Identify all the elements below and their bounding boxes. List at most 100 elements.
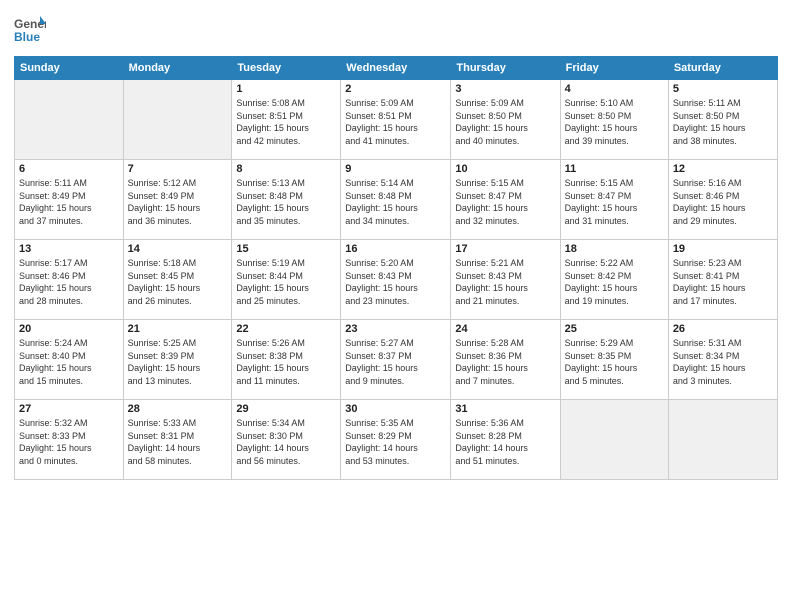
day-info: Sunrise: 5:16 AMSunset: 8:46 PMDaylight:… — [673, 177, 773, 227]
header: General Blue — [14, 10, 778, 50]
calendar-cell: 20 Sunrise: 5:24 AMSunset: 8:40 PMDayligh… — [15, 320, 124, 400]
day-number: 16 — [345, 243, 446, 255]
calendar-cell: 5 Sunrise: 5:11 AMSunset: 8:50 PMDaylight… — [668, 80, 777, 160]
day-number: 27 — [19, 403, 119, 415]
day-info: Sunrise: 5:08 AMSunset: 8:51 PMDaylight:… — [236, 97, 336, 147]
day-info: Sunrise: 5:24 AMSunset: 8:40 PMDaylight:… — [19, 337, 119, 387]
calendar-cell: 24 Sunrise: 5:28 AMSunset: 8:36 PMDayligh… — [451, 320, 560, 400]
calendar-cell: 1 Sunrise: 5:08 AMSunset: 8:51 PMDaylight… — [232, 80, 341, 160]
calendar-cell: 6Sunrise: 5:11 AMSunset: 8:49 PMDaylight… — [15, 160, 124, 240]
logo: General Blue — [14, 14, 46, 50]
day-number: 25 — [565, 323, 664, 335]
calendar-cell: 27 Sunrise: 5:32 AMSunset: 8:33 PMDayligh… — [15, 400, 124, 480]
day-info: Sunrise: 5:27 AMSunset: 8:37 PMDaylight:… — [345, 337, 446, 387]
day-info: Sunrise: 5:18 AMSunset: 8:45 PMDaylight:… — [128, 257, 228, 307]
day-number: 20 — [19, 323, 119, 335]
weekday-header-row: SundayMondayTuesdayWednesdayThursdayFrid… — [15, 57, 778, 80]
day-info: Sunrise: 5:26 AMSunset: 8:38 PMDaylight:… — [236, 337, 336, 387]
calendar-cell: 26Sunrise: 5:31 AMSunset: 8:34 PMDayligh… — [668, 320, 777, 400]
day-number: 7 — [128, 163, 228, 175]
day-info: Sunrise: 5:35 AMSunset: 8:29 PMDaylight:… — [345, 417, 446, 467]
day-info: Sunrise: 5:15 AMSunset: 8:47 PMDaylight:… — [565, 177, 664, 227]
weekday-header-thursday: Thursday — [451, 57, 560, 80]
day-info: Sunrise: 5:21 AMSunset: 8:43 PMDaylight:… — [455, 257, 555, 307]
day-info: Sunrise: 5:11 AMSunset: 8:49 PMDaylight:… — [19, 177, 119, 227]
day-info: Sunrise: 5:23 AMSunset: 8:41 PMDaylight:… — [673, 257, 773, 307]
day-number: 17 — [455, 243, 555, 255]
day-info: Sunrise: 5:13 AMSunset: 8:48 PMDaylight:… — [236, 177, 336, 227]
calendar-cell — [668, 400, 777, 480]
day-number: 21 — [128, 323, 228, 335]
weekday-header-monday: Monday — [123, 57, 232, 80]
weekday-header-tuesday: Tuesday — [232, 57, 341, 80]
calendar-week-2: 6Sunrise: 5:11 AMSunset: 8:49 PMDaylight… — [15, 160, 778, 240]
calendar-cell: 7 Sunrise: 5:12 AMSunset: 8:49 PMDaylight… — [123, 160, 232, 240]
day-number: 2 — [345, 83, 446, 95]
day-number: 22 — [236, 323, 336, 335]
calendar-cell — [123, 80, 232, 160]
calendar-week-1: 1 Sunrise: 5:08 AMSunset: 8:51 PMDaylight… — [15, 80, 778, 160]
day-number: 14 — [128, 243, 228, 255]
day-info: Sunrise: 5:19 AMSunset: 8:44 PMDaylight:… — [236, 257, 336, 307]
day-number: 23 — [345, 323, 446, 335]
day-number: 13 — [19, 243, 119, 255]
calendar-cell: 13Sunrise: 5:17 AMSunset: 8:46 PMDayligh… — [15, 240, 124, 320]
day-info: Sunrise: 5:14 AMSunset: 8:48 PMDaylight:… — [345, 177, 446, 227]
calendar-cell: 31 Sunrise: 5:36 AMSunset: 8:28 PMDayligh… — [451, 400, 560, 480]
calendar-cell: 14 Sunrise: 5:18 AMSunset: 8:45 PMDayligh… — [123, 240, 232, 320]
weekday-header-sunday: Sunday — [15, 57, 124, 80]
day-number: 15 — [236, 243, 336, 255]
day-info: Sunrise: 5:31 AMSunset: 8:34 PMDaylight:… — [673, 337, 773, 387]
calendar-cell: 11Sunrise: 5:15 AMSunset: 8:47 PMDayligh… — [560, 160, 668, 240]
day-number: 1 — [236, 83, 336, 95]
logo-svg: General Blue — [14, 14, 46, 50]
day-number: 4 — [565, 83, 664, 95]
weekday-header-friday: Friday — [560, 57, 668, 80]
day-info: Sunrise: 5:11 AMSunset: 8:50 PMDaylight:… — [673, 97, 773, 147]
calendar-table: SundayMondayTuesdayWednesdayThursdayFrid… — [14, 56, 778, 480]
calendar-cell: 12 Sunrise: 5:16 AMSunset: 8:46 PMDayligh… — [668, 160, 777, 240]
day-number: 18 — [565, 243, 664, 255]
day-info: Sunrise: 5:34 AMSunset: 8:30 PMDaylight:… — [236, 417, 336, 467]
calendar-cell: 30 Sunrise: 5:35 AMSunset: 8:29 PMDayligh… — [341, 400, 451, 480]
day-number: 28 — [128, 403, 228, 415]
calendar-cell: 23 Sunrise: 5:27 AMSunset: 8:37 PMDayligh… — [341, 320, 451, 400]
calendar-cell — [15, 80, 124, 160]
day-info: Sunrise: 5:36 AMSunset: 8:28 PMDaylight:… — [455, 417, 555, 467]
calendar-cell: 25 Sunrise: 5:29 AMSunset: 8:35 PMDayligh… — [560, 320, 668, 400]
day-number: 9 — [345, 163, 446, 175]
calendar-cell: 29 Sunrise: 5:34 AMSunset: 8:30 PMDayligh… — [232, 400, 341, 480]
calendar-cell: 21Sunrise: 5:25 AMSunset: 8:39 PMDayligh… — [123, 320, 232, 400]
day-number: 29 — [236, 403, 336, 415]
day-info: Sunrise: 5:12 AMSunset: 8:49 PMDaylight:… — [128, 177, 228, 227]
day-number: 12 — [673, 163, 773, 175]
weekday-header-wednesday: Wednesday — [341, 57, 451, 80]
day-number: 10 — [455, 163, 555, 175]
calendar-week-4: 20 Sunrise: 5:24 AMSunset: 8:40 PMDayligh… — [15, 320, 778, 400]
calendar-cell: 3Sunrise: 5:09 AMSunset: 8:50 PMDaylight… — [451, 80, 560, 160]
day-info: Sunrise: 5:28 AMSunset: 8:36 PMDaylight:… — [455, 337, 555, 387]
calendar-cell: 2Sunrise: 5:09 AMSunset: 8:51 PMDaylight… — [341, 80, 451, 160]
calendar-cell: 22 Sunrise: 5:26 AMSunset: 8:38 PMDayligh… — [232, 320, 341, 400]
calendar-cell: 8 Sunrise: 5:13 AMSunset: 8:48 PMDaylight… — [232, 160, 341, 240]
day-info: Sunrise: 5:10 AMSunset: 8:50 PMDaylight:… — [565, 97, 664, 147]
day-info: Sunrise: 5:20 AMSunset: 8:43 PMDaylight:… — [345, 257, 446, 307]
day-info: Sunrise: 5:29 AMSunset: 8:35 PMDaylight:… — [565, 337, 664, 387]
svg-text:Blue: Blue — [14, 30, 40, 44]
calendar-week-3: 13Sunrise: 5:17 AMSunset: 8:46 PMDayligh… — [15, 240, 778, 320]
calendar-cell: 19 Sunrise: 5:23 AMSunset: 8:41 PMDayligh… — [668, 240, 777, 320]
day-number: 19 — [673, 243, 773, 255]
calendar-cell: 28Sunrise: 5:33 AMSunset: 8:31 PMDayligh… — [123, 400, 232, 480]
day-info: Sunrise: 5:32 AMSunset: 8:33 PMDaylight:… — [19, 417, 119, 467]
page: General Blue SundayMondayTuesdayWednesda… — [0, 0, 792, 612]
calendar-cell: 16 Sunrise: 5:20 AMSunset: 8:43 PMDayligh… — [341, 240, 451, 320]
day-number: 5 — [673, 83, 773, 95]
day-number: 24 — [455, 323, 555, 335]
day-number: 30 — [345, 403, 446, 415]
day-number: 31 — [455, 403, 555, 415]
day-number: 8 — [236, 163, 336, 175]
calendar-week-5: 27 Sunrise: 5:32 AMSunset: 8:33 PMDayligh… — [15, 400, 778, 480]
calendar-cell: 4 Sunrise: 5:10 AMSunset: 8:50 PMDaylight… — [560, 80, 668, 160]
calendar-cell — [560, 400, 668, 480]
day-info: Sunrise: 5:22 AMSunset: 8:42 PMDaylight:… — [565, 257, 664, 307]
